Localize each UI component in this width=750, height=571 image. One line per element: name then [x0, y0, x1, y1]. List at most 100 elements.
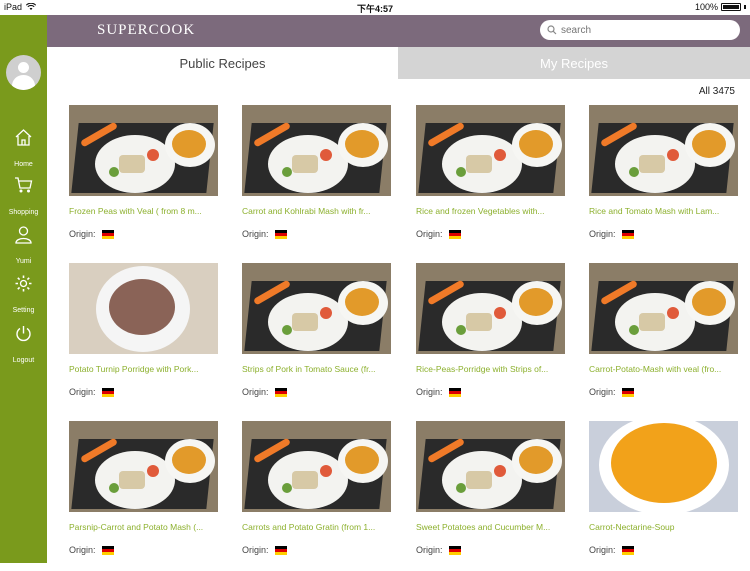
recipe-card[interactable]: Rice-Peas-Porridge with Strips of... Orig… [416, 263, 565, 413]
recipe-photo[interactable] [69, 105, 218, 196]
recipe-photo[interactable] [242, 105, 391, 196]
sidebar-item-label: Yumi [15, 258, 32, 265]
recipe-photo[interactable] [69, 263, 218, 354]
recipe-title[interactable]: Strips of Pork in Tomato Sauce (fr... [242, 364, 391, 374]
photo-puree [611, 423, 717, 503]
home-icon [15, 129, 32, 146]
recipe-origin: Origin: [416, 387, 461, 397]
photo-item2 [639, 313, 665, 331]
recipe-origin: Origin: [69, 545, 114, 555]
germany-flag-icon [621, 387, 634, 397]
photo-item3 [282, 167, 292, 177]
recipe-title[interactable]: Rice-Peas-Porridge with Strips of... [416, 364, 565, 374]
status-right: 100% [695, 2, 746, 12]
photo-item2 [466, 313, 492, 331]
flag-stripe [448, 235, 461, 239]
recipe-title[interactable]: Sweet Potatoes and Cucumber M... [416, 522, 565, 532]
origin-label: Origin: [242, 229, 269, 239]
germany-flag-icon [101, 545, 114, 555]
germany-flag-icon [101, 229, 114, 239]
recipe-card[interactable]: Carrot-Potato-Mash with veal (fro... Orig… [589, 263, 738, 413]
photo-puree [345, 130, 379, 158]
recipe-photo[interactable] [416, 263, 565, 354]
recipe-card[interactable]: Strips of Pork in Tomato Sauce (fr... Ori… [242, 263, 391, 413]
recipe-photo[interactable] [69, 421, 218, 512]
origin-label: Origin: [242, 387, 269, 397]
germany-flag-icon [274, 387, 287, 397]
recipe-photo[interactable] [416, 105, 565, 196]
recipe-origin: Origin: [242, 229, 287, 239]
recipe-title[interactable]: Frozen Peas with Veal ( from 8 m... [69, 206, 218, 216]
recipe-card[interactable]: Carrots and Potato Gratin (from 1... Orig… [242, 421, 391, 571]
recipe-photo[interactable] [589, 105, 738, 196]
sidebar-item-label: Logout [12, 357, 35, 364]
recipe-title[interactable]: Rice and Tomato Mash with Lam... [589, 206, 738, 216]
recipe-origin: Origin: [416, 229, 461, 239]
recipe-card[interactable]: Frozen Peas with Veal ( from 8 m... Origi… [69, 105, 218, 255]
status-bar: iPad 下午4:57 100% [0, 0, 750, 15]
germany-flag-icon [274, 545, 287, 555]
recipe-photo[interactable] [242, 263, 391, 354]
status-time: 下午4:57 [356, 4, 393, 14]
search-box[interactable] [540, 20, 740, 40]
origin-label: Origin: [242, 545, 269, 555]
sidebar-item-label: Setting [12, 307, 35, 314]
photo-item3 [282, 325, 292, 335]
sidebar-item-label: Home [14, 161, 33, 168]
recipe-card[interactable]: Parsnip-Carrot and Potato Mash (... Origi… [69, 421, 218, 571]
photo-item2 [466, 471, 492, 489]
photo-item4 [667, 307, 679, 319]
recipe-title[interactable]: Carrots and Potato Gratin (from 1... [242, 522, 391, 532]
recipe-card[interactable]: Rice and frozen Vegetables with... Origin… [416, 105, 565, 255]
recipe-count: All 3475 [698, 86, 735, 97]
recipe-title[interactable]: Parsnip-Carrot and Potato Mash (... [69, 522, 218, 532]
recipe-photo[interactable] [589, 421, 738, 512]
recipe-title[interactable]: Potato Turnip Porridge with Pork... [69, 364, 218, 374]
photo-item2 [292, 155, 318, 173]
sidebar-item-yumi[interactable]: Yumi [0, 225, 47, 265]
germany-flag-icon [448, 387, 461, 397]
recipe-photo[interactable] [416, 421, 565, 512]
recipe-card[interactable]: Potato Turnip Porridge with Pork... Origi… [69, 263, 218, 413]
power-icon [16, 326, 31, 342]
recipe-title[interactable]: Carrot-Nectarine-Soup [589, 522, 738, 532]
recipe-photo[interactable] [242, 421, 391, 512]
photo-item2 [119, 471, 145, 489]
tab-my-recipes[interactable]: My Recipes [398, 47, 750, 79]
tab-public-recipes[interactable]: Public Recipes [47, 47, 398, 79]
recipe-card[interactable]: Sweet Potatoes and Cucumber M... Origin: [416, 421, 565, 571]
flag-stripe [448, 393, 461, 397]
sidebar-item-setting[interactable]: Setting [0, 274, 47, 314]
sidebar-item-shopping[interactable]: Shopping [0, 176, 47, 216]
origin-label: Origin: [69, 387, 96, 397]
recipe-title[interactable]: Carrot and Kohlrabi Mash with fr... [242, 206, 391, 216]
recipe-title[interactable]: Carrot-Potato-Mash with veal (fro... [589, 364, 738, 374]
search-icon [547, 25, 557, 35]
recipe-origin: Origin: [242, 545, 287, 555]
photo-item4 [320, 307, 332, 319]
photo-item4 [667, 149, 679, 161]
photo-puree [345, 288, 379, 316]
recipe-origin: Origin: [69, 229, 114, 239]
origin-label: Origin: [589, 545, 616, 555]
recipe-photo[interactable] [589, 263, 738, 354]
photo-item3 [629, 167, 639, 177]
recipe-title[interactable]: Rice and frozen Vegetables with... [416, 206, 565, 216]
recipe-card[interactable]: Carrot-Nectarine-Soup Origin: [589, 421, 738, 571]
photo-item3 [456, 325, 466, 335]
battery-icon [721, 3, 741, 11]
germany-flag-icon [448, 229, 461, 239]
sidebar-item-home[interactable]: Home [0, 128, 47, 168]
recipe-card[interactable]: Carrot and Kohlrabi Mash with fr... Origi… [242, 105, 391, 255]
sidebar-item-logout[interactable]: Logout [0, 324, 47, 364]
avatar[interactable] [6, 55, 41, 90]
search-input[interactable] [561, 24, 731, 36]
recipe-origin: Origin: [589, 545, 634, 555]
app-header: SUPERCOOK [47, 15, 750, 47]
cart-icon [15, 177, 33, 193]
flag-stripe [274, 393, 287, 397]
recipe-origin: Origin: [589, 387, 634, 397]
user-icon [15, 226, 32, 244]
battery-tip [744, 5, 746, 9]
recipe-card[interactable]: Rice and Tomato Mash with Lam... Origin: [589, 105, 738, 255]
